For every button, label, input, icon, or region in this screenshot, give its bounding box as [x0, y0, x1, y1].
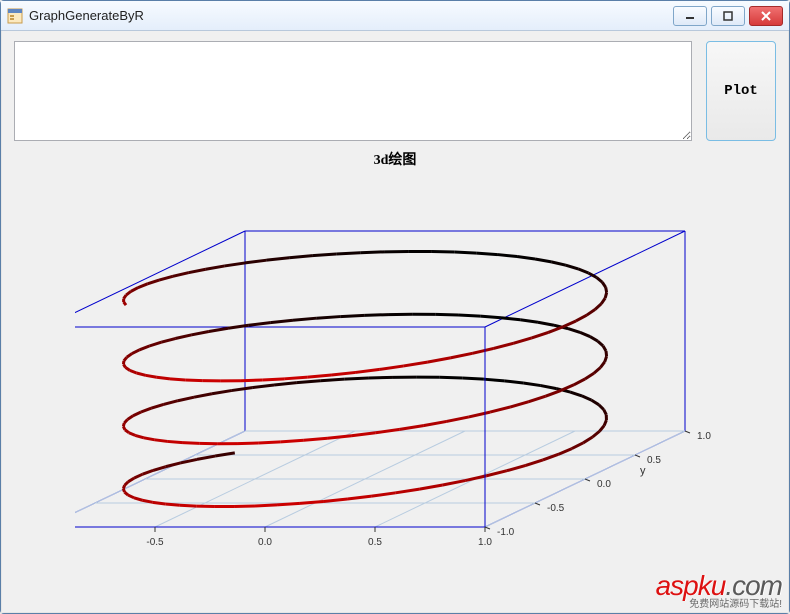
script-input[interactable] — [14, 41, 692, 141]
watermark: aspku.com 免费网站源码下载站! — [656, 572, 782, 610]
app-window: GraphGenerateByR Plot 3d绘图 -1.0 -0.5 0.0 0.… — [0, 0, 790, 614]
client-area: Plot 3d绘图 -1.0-0.50.00.51.0-1.0-0.50.00.… — [1, 31, 789, 613]
watermark-tagline: 免费网站源码下载站! — [656, 600, 782, 610]
svg-text:1.0: 1.0 — [478, 537, 492, 548]
svg-text:y: y — [640, 465, 646, 477]
window-title: GraphGenerateByR — [29, 8, 669, 23]
form-icon — [7, 8, 23, 24]
svg-text:-0.5: -0.5 — [146, 537, 164, 548]
svg-text:0.5: 0.5 — [368, 537, 382, 548]
watermark-suffix: .com — [725, 570, 782, 601]
svg-text:0.0: 0.0 — [597, 479, 611, 490]
plot-button[interactable]: Plot — [706, 41, 776, 141]
maximize-button[interactable] — [711, 6, 745, 26]
chart-title: 3d绘图 — [75, 149, 715, 169]
plot-3d: -1.0-0.50.00.51.0-1.0-0.50.00.51.0-10-50… — [75, 169, 715, 549]
svg-text:0.5: 0.5 — [647, 455, 661, 466]
close-button[interactable] — [749, 6, 783, 26]
chart-area: 3d绘图 -1.0-0.50.00.51.0-1.0-0.50.00.51.0-… — [75, 149, 715, 549]
watermark-logo: aspku.com — [656, 572, 782, 600]
svg-text:-1.0: -1.0 — [497, 527, 515, 538]
minimize-button[interactable] — [673, 6, 707, 26]
top-row: Plot — [14, 41, 776, 141]
svg-text:1.0: 1.0 — [697, 431, 711, 442]
watermark-brand: aspku — [656, 570, 726, 601]
svg-text:-0.5: -0.5 — [547, 503, 565, 514]
window-buttons — [669, 6, 783, 26]
svg-text:0.0: 0.0 — [258, 537, 272, 548]
title-bar[interactable]: GraphGenerateByR — [1, 1, 789, 31]
